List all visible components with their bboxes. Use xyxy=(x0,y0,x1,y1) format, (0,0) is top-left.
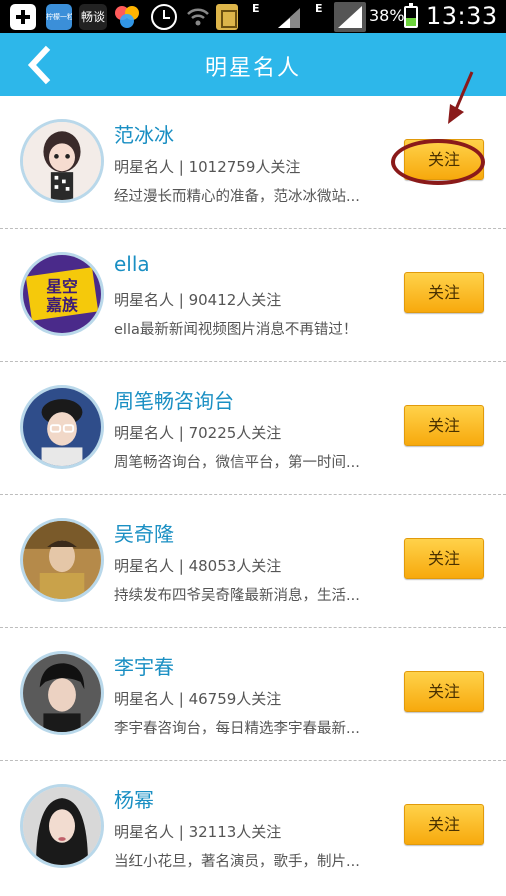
status-bar: 柠檬一粒 畅谈 E E 38% 13:33 xyxy=(0,0,506,33)
avatar[interactable] xyxy=(20,385,104,469)
celebrity-meta: 明星名人 | 32113人关注 xyxy=(114,823,282,841)
celebrity-name[interactable]: 李宇春 xyxy=(114,651,174,680)
add-notification-icon xyxy=(10,4,36,30)
celebrity-name[interactable]: 吴奇隆 xyxy=(114,518,174,547)
list-item[interactable]: 吴奇隆 明星名人 | 48053人关注 持续发布四爷吴奇隆最新消息，生活... … xyxy=(0,495,506,628)
list-item[interactable]: 杨幂 明星名人 | 32113人关注 当红小花旦，著名演员，歌手，制片... 关… xyxy=(0,761,506,894)
alarm-clock-icon xyxy=(151,4,177,30)
svg-text:嘉族: 嘉族 xyxy=(45,296,78,315)
list-item[interactable]: 星空 嘉族 ella 明星名人 | 90412人关注 ella最新新闻视频图片消… xyxy=(0,229,506,362)
network-type-label: E xyxy=(252,2,260,15)
celebrity-description: 经过漫长而精心的准备，范冰冰微站... xyxy=(114,189,360,205)
celebrity-meta: 明星名人 | 46759人关注 xyxy=(114,690,282,708)
app-notification-icon: 柠檬一粒 xyxy=(46,4,72,30)
wifi-icon xyxy=(185,4,211,30)
celebrity-name[interactable]: 范冰冰 xyxy=(114,119,174,148)
clock-time: 13:33 xyxy=(426,2,498,30)
celebrity-description: 李宇春咨询台，每日精选李宇春最新... xyxy=(114,721,360,737)
network-type-label-2: E xyxy=(315,2,323,15)
follow-button[interactable]: 关注 xyxy=(404,139,484,180)
title-bar: 明星名人 xyxy=(0,33,506,96)
list-item[interactable]: 周笔畅咨询台 明星名人 | 70225人关注 周笔畅咨询台，微信平台，第一时间.… xyxy=(0,362,506,495)
avatar[interactable] xyxy=(20,518,104,602)
battery-percent: 38% xyxy=(369,6,405,25)
avatar[interactable] xyxy=(20,784,104,868)
follow-button[interactable]: 关注 xyxy=(404,405,484,446)
celebrity-description: 周笔畅咨询台，微信平台，第一时间... xyxy=(114,455,360,471)
follow-button[interactable]: 关注 xyxy=(404,538,484,579)
celebrity-meta: 明星名人 | 1012759人关注 xyxy=(114,158,301,176)
list-item[interactable]: 李宇春 明星名人 | 46759人关注 李宇春咨询台，每日精选李宇春最新... … xyxy=(0,628,506,761)
avatar[interactable]: 星空 嘉族 xyxy=(20,252,104,336)
celebrity-description: 持续发布四爷吴奇隆最新消息，生活... xyxy=(114,588,360,604)
list-item[interactable]: 范冰冰 明星名人 | 1012759人关注 经过漫长而精心的准备，范冰冰微站..… xyxy=(0,96,506,229)
battery-charging-icon xyxy=(404,3,418,28)
colorful-app-icon xyxy=(113,4,141,30)
chat-app-icon: 畅谈 xyxy=(79,4,107,30)
signal-strength-icon xyxy=(276,6,302,34)
follow-button[interactable]: 关注 xyxy=(404,804,484,845)
signal-strength-icon-2 xyxy=(334,2,366,32)
follow-button[interactable]: 关注 xyxy=(404,272,484,313)
celebrity-name[interactable]: ella xyxy=(114,252,150,276)
sim-card-icon xyxy=(216,4,238,30)
celebrity-name[interactable]: 周笔畅咨询台 xyxy=(114,385,234,414)
celebrity-list: 范冰冰 明星名人 | 1012759人关注 经过漫长而精心的准备，范冰冰微站..… xyxy=(0,96,506,894)
celebrity-name[interactable]: 杨幂 xyxy=(114,784,154,813)
follow-button[interactable]: 关注 xyxy=(404,671,484,712)
page-title: 明星名人 xyxy=(204,56,301,81)
avatar[interactable] xyxy=(20,651,104,735)
celebrity-description: ella最新新闻视频图片消息不再错过！ xyxy=(114,322,358,338)
celebrity-meta: 明星名人 | 90412人关注 xyxy=(114,291,282,309)
celebrity-meta: 明星名人 | 48053人关注 xyxy=(114,557,282,575)
avatar[interactable] xyxy=(20,119,104,203)
avatar-logo-text: 星空 xyxy=(46,277,78,296)
celebrity-description: 当红小花旦，著名演员，歌手，制片... xyxy=(114,854,360,870)
celebrity-meta: 明星名人 | 70225人关注 xyxy=(114,424,282,442)
